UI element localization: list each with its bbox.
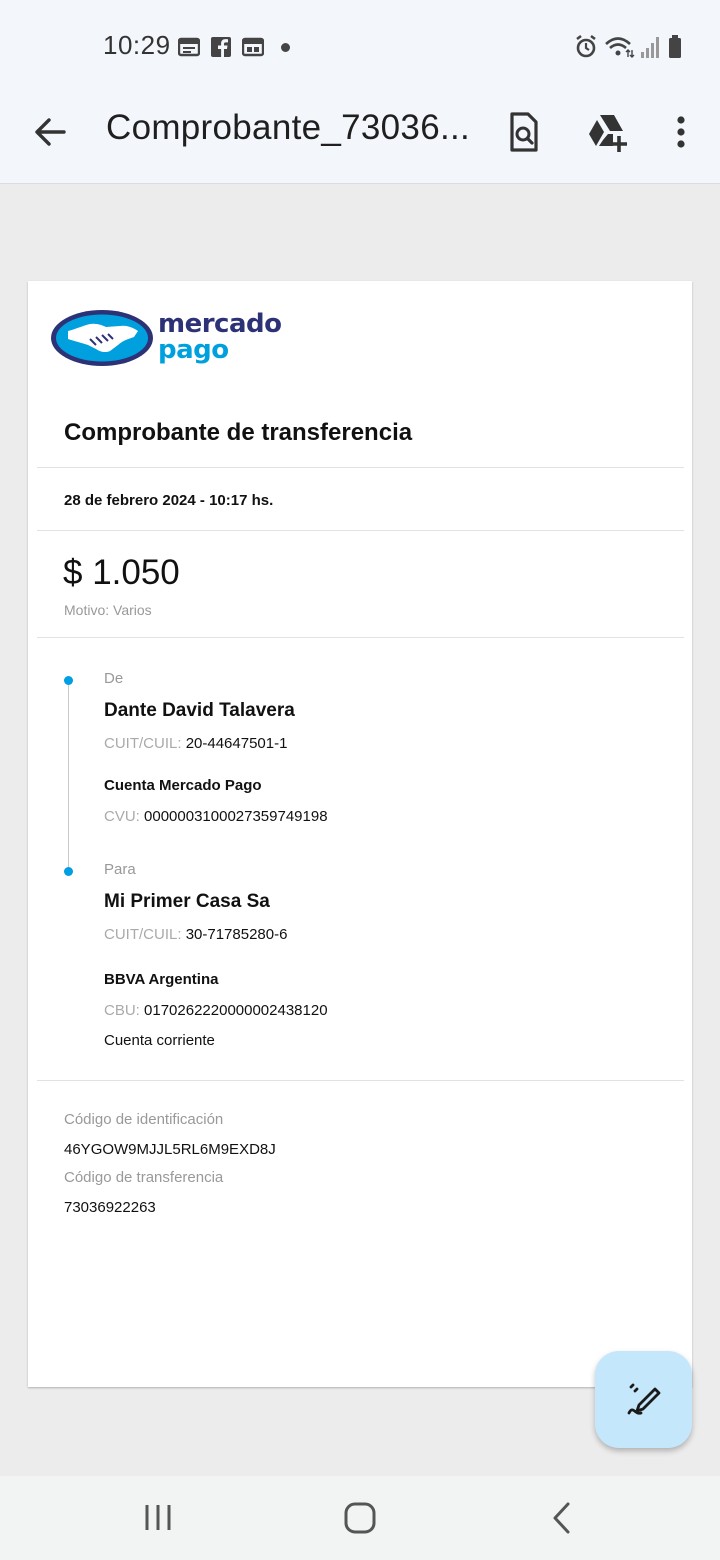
divider xyxy=(37,637,684,638)
page-title: Comprobante_73036... xyxy=(106,108,471,147)
transfer-amount: $ 1.050 xyxy=(63,553,180,592)
recipient-cuit-label: CUIT/CUIL: xyxy=(104,926,182,943)
from-label: De xyxy=(104,670,124,687)
system-nav-bar xyxy=(0,1476,720,1560)
recipient-bank: BBVA Argentina xyxy=(104,971,219,988)
transfer-code-label: Código de transferencia xyxy=(64,1169,224,1186)
more-vert-icon[interactable] xyxy=(657,108,705,156)
edit-fab-button[interactable] xyxy=(595,1351,692,1448)
divider xyxy=(37,467,684,468)
home-icon[interactable] xyxy=(340,1498,380,1538)
search-document-icon[interactable] xyxy=(499,108,547,156)
recent-apps-icon[interactable] xyxy=(139,1498,179,1538)
transfer-reason: Motivo: Varios xyxy=(64,602,152,618)
sender-cuit-label: CUIT/CUIL: xyxy=(104,735,182,752)
back-arrow-icon[interactable] xyxy=(28,110,72,154)
notification-dot xyxy=(281,43,290,52)
facebook-icon xyxy=(211,37,231,57)
sender-cvu-label: CVU: xyxy=(104,808,140,825)
receipt-title: Comprobante de transferencia xyxy=(64,419,413,446)
sender-name: Dante David Talavera xyxy=(104,700,295,721)
calendar-icon xyxy=(242,37,264,57)
sender-cuit: CUIT/CUIL: 20-44647501-1 xyxy=(104,735,287,752)
transfer-code-value: 73036922263 xyxy=(64,1199,156,1216)
divider xyxy=(37,1080,684,1081)
status-time: 10:29 xyxy=(103,30,171,60)
back-nav-icon[interactable] xyxy=(542,1498,582,1538)
recipient-account-type: Cuenta corriente xyxy=(104,1032,215,1049)
timeline-dot-to xyxy=(64,867,73,876)
wifi-icon xyxy=(605,37,635,58)
battery-icon xyxy=(669,35,681,58)
logo-text-mercado: mercado xyxy=(158,309,282,339)
recipient-cuit-value: 30-71785280-6 xyxy=(185,926,288,943)
divider xyxy=(37,530,684,531)
alarm-icon xyxy=(576,34,596,58)
mercado-pago-logo: mercado pago xyxy=(50,309,282,369)
receipt-document: mercado pago Comprobante de transferenci… xyxy=(28,281,692,1387)
identification-code-value: 46YGOW9MJJL5RL6M9EXD8J xyxy=(64,1141,276,1158)
signal-icon xyxy=(641,37,659,58)
sender-cvu: CVU: 0000003100027359749198 xyxy=(104,808,328,825)
calendar-icon xyxy=(178,37,200,57)
timeline-dot-from xyxy=(64,676,73,685)
identification-code-label: Código de identificación xyxy=(64,1111,224,1128)
sender-cvu-value: 0000003100027359749198 xyxy=(144,808,328,825)
to-label: Para xyxy=(104,861,136,878)
system-status-icons xyxy=(576,34,681,58)
top-bar: 10:29 Comprobante_73036... xyxy=(0,0,720,184)
timeline-line xyxy=(68,680,69,872)
sender-account: Cuenta Mercado Pago xyxy=(104,777,262,794)
pen-sign-icon xyxy=(627,1383,661,1415)
recipient-name: Mi Primer Casa Sa xyxy=(104,891,270,912)
recipient-cuit: CUIT/CUIL: 30-71785280-6 xyxy=(104,926,287,943)
drive-add-icon[interactable] xyxy=(583,108,631,156)
recipient-cbu-value: 0170262220000002438120 xyxy=(144,1002,328,1019)
sender-cuit-value: 20-44647501-1 xyxy=(185,735,288,752)
transfer-date: 28 de febrero 2024 - 10:17 hs. xyxy=(64,492,274,509)
logo-text-pago: pago xyxy=(158,335,229,365)
recipient-cbu: CBU: 0170262220000002438120 xyxy=(104,1002,328,1019)
handshake-logo-icon xyxy=(51,310,153,366)
recipient-cbu-label: CBU: xyxy=(104,1002,140,1019)
